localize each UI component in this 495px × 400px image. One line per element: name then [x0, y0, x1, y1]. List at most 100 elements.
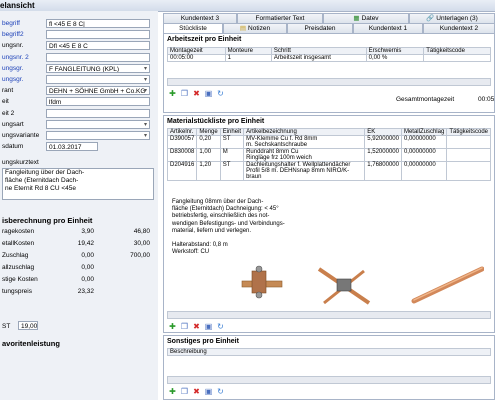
table-cell: D390057 — [166, 135, 198, 149]
column-header[interactable]: Einheit — [219, 128, 245, 136]
material-panel: Materialstückliste pro Einheit Artikelnr… — [163, 115, 495, 333]
field-label: ungsvariante — [2, 132, 40, 139]
field-label: rant — [2, 87, 14, 95]
table-row[interactable]: D204916 1,20 ST Dachleitungshalter f. Wellp… — [166, 161, 491, 181]
column-header[interactable]: Tätigkeitscode — [446, 128, 491, 136]
tab-label: Formatierter Text — [255, 15, 305, 22]
table-cell: 00:05:00 — [167, 54, 226, 62]
refresh-icon[interactable]: ↻ — [216, 322, 225, 331]
table-cell: MV-Klemme Cu f. Rd 8mm m. Sechskantschra… — [243, 135, 366, 149]
calc-title: isberechnung pro Einheit — [2, 216, 93, 225]
column-header[interactable]: Schritt — [270, 47, 367, 55]
column-header[interactable]: Monteure — [224, 47, 272, 55]
delete-icon[interactable]: ✖ — [192, 89, 201, 98]
tab-kundentext-2[interactable]: Kundentext 2 — [423, 23, 495, 33]
refresh-icon[interactable]: ↻ — [216, 89, 225, 98]
table-cell: 1,20 — [196, 161, 221, 181]
column-header[interactable]: Artikelbezeichnung — [243, 128, 366, 136]
gesamtmontagezeit-value: 00:05 — [478, 96, 495, 103]
add-icon[interactable]: ✚ — [168, 322, 177, 331]
table-cell: ST — [219, 135, 245, 149]
field-input[interactable] — [46, 119, 150, 129]
tab-datev[interactable]: ▦ Datev — [323, 13, 409, 23]
sonstiges-table: Beschreibung — [167, 348, 491, 356]
sonstiges-panel: Sonstiges pro Einheit Beschreibung ✚ ❐ ✖ ▣ ↻ — [163, 335, 495, 400]
field-input[interactable]: lfdm — [46, 97, 150, 107]
save-icon[interactable]: ▣ — [204, 89, 213, 98]
table-row[interactable]: 00:05:00 1 Arbeitszeit insgesamt 0,00 % — [167, 54, 491, 62]
save-icon[interactable]: ▣ — [204, 322, 213, 331]
table-cell: M — [219, 148, 245, 162]
table-cell: Runddraht 8mm Cu Ringläge frz 100m weich — [243, 148, 366, 162]
material-description: Fangleitung 08mm über der Dach- fläche (… — [172, 199, 285, 256]
tab-kundentext-1[interactable]: Kundentext 1 — [353, 23, 423, 33]
tab-label: Datev — [361, 15, 379, 22]
calc-value-2: 30,00 — [133, 240, 150, 247]
calc-value-2: 700,00 — [130, 252, 150, 259]
delete-icon[interactable]: ✖ — [192, 322, 201, 331]
kurztext-label: ungskurztext — [2, 159, 39, 166]
field-input[interactable]: DEHN + SÖHNE GmbH + Co.KG — [46, 86, 150, 96]
add-icon[interactable]: ✚ — [168, 387, 177, 396]
delete-icon[interactable]: ✖ — [192, 387, 201, 396]
paperclip-icon: 🔗 — [426, 15, 435, 22]
save-icon[interactable]: ▣ — [204, 387, 213, 396]
tab-label: Stückliste — [179, 25, 207, 32]
material-title: Materialstückliste pro Einheit — [167, 118, 265, 125]
field-input[interactable] — [46, 108, 150, 118]
tab-preisdaten[interactable]: Preisdaten — [287, 23, 353, 33]
tab-label: Preisdaten — [304, 25, 336, 32]
field-input[interactable] — [46, 52, 150, 62]
tab-formatierter-text[interactable]: Formatierter Text — [237, 13, 323, 23]
mwst-label: ST — [2, 323, 11, 330]
calc-value-2: 46,80 — [133, 228, 150, 235]
table-row[interactable]: D830008 1,00 M Runddraht 8mm Cu Ringläge fr… — [166, 148, 491, 162]
notes-icon: ▤ — [239, 25, 247, 32]
copy-icon[interactable]: ❐ — [180, 89, 189, 98]
tab-unterlagen-3-[interactable]: 🔗 Unterlagen (3) — [409, 13, 495, 23]
field-input[interactable] — [46, 30, 150, 40]
column-header[interactable]: Beschreibung — [167, 348, 491, 356]
mwst-field[interactable]: 19,00 — [18, 321, 38, 330]
tab-kundentext-3[interactable]: Kundentext 3 — [163, 13, 237, 23]
arbeitszeit-panel: Arbeitszeit pro Einheit Montagezeit Monte… — [163, 33, 495, 113]
column-header[interactable]: Erschwernis — [365, 47, 425, 55]
table-cell: 5,92000000 — [364, 135, 402, 149]
copy-icon[interactable]: ❐ — [180, 322, 189, 331]
column-header[interactable]: Menge — [196, 128, 221, 136]
field-input[interactable]: Dfl <45 E 8 C — [46, 41, 150, 51]
table-cell: 1 — [224, 54, 272, 62]
material-scrollbar[interactable] — [167, 311, 491, 319]
gesamtmontagezeit-label: Gesamtmontagezeit — [396, 96, 455, 103]
column-header[interactable]: MetallZuschlag — [400, 128, 448, 136]
sonstiges-scrollbar[interactable] — [167, 376, 491, 384]
field-input[interactable] — [46, 75, 150, 84]
table-cell — [423, 54, 491, 62]
tab-label: Notizen — [248, 25, 271, 32]
copy-icon[interactable]: ❐ — [180, 387, 189, 396]
calc-label: tungspreis — [2, 288, 32, 295]
field-label: sdatum — [2, 143, 24, 151]
add-icon[interactable]: ✚ — [168, 89, 177, 98]
kurztext-field[interactable]: Fangleitung über der Dach- fläche (Etern… — [2, 168, 154, 200]
calc-label: etallKosten — [2, 240, 35, 247]
column-header[interactable]: Artikelnr. — [166, 128, 198, 136]
calc-value: 23,32 — [77, 288, 94, 295]
field-label: ungsnr. — [2, 42, 24, 50]
refresh-icon[interactable]: ↻ — [216, 387, 225, 396]
table-cell: Dachleitungshalter f. Wellplattendächer … — [243, 161, 366, 181]
tab-st-ckliste[interactable]: Stückliste — [163, 23, 223, 33]
tab-notizen[interactable]: ▤ Notizen — [223, 23, 287, 33]
column-header[interactable]: Tätigkeitscode — [423, 47, 491, 55]
calc-label: ragekosten — [2, 228, 35, 235]
field-input[interactable]: F FANGLEITUNG (KPL) — [46, 63, 150, 73]
field-input[interactable]: fl <45 E 8 C| — [46, 19, 150, 28]
field-input[interactable]: 01.03.2017 — [46, 142, 98, 152]
column-header[interactable]: EK — [364, 128, 402, 136]
field-label: eit — [2, 98, 9, 106]
column-header[interactable]: Montagezeit — [167, 47, 226, 55]
arbeitszeit-scrollbar[interactable] — [167, 78, 491, 86]
table-row[interactable]: D390057 0,20 ST MV-Klemme Cu f. Rd 8mm m. S… — [166, 135, 491, 149]
field-input[interactable] — [46, 131, 150, 140]
window-title: elansicht — [0, 1, 35, 10]
